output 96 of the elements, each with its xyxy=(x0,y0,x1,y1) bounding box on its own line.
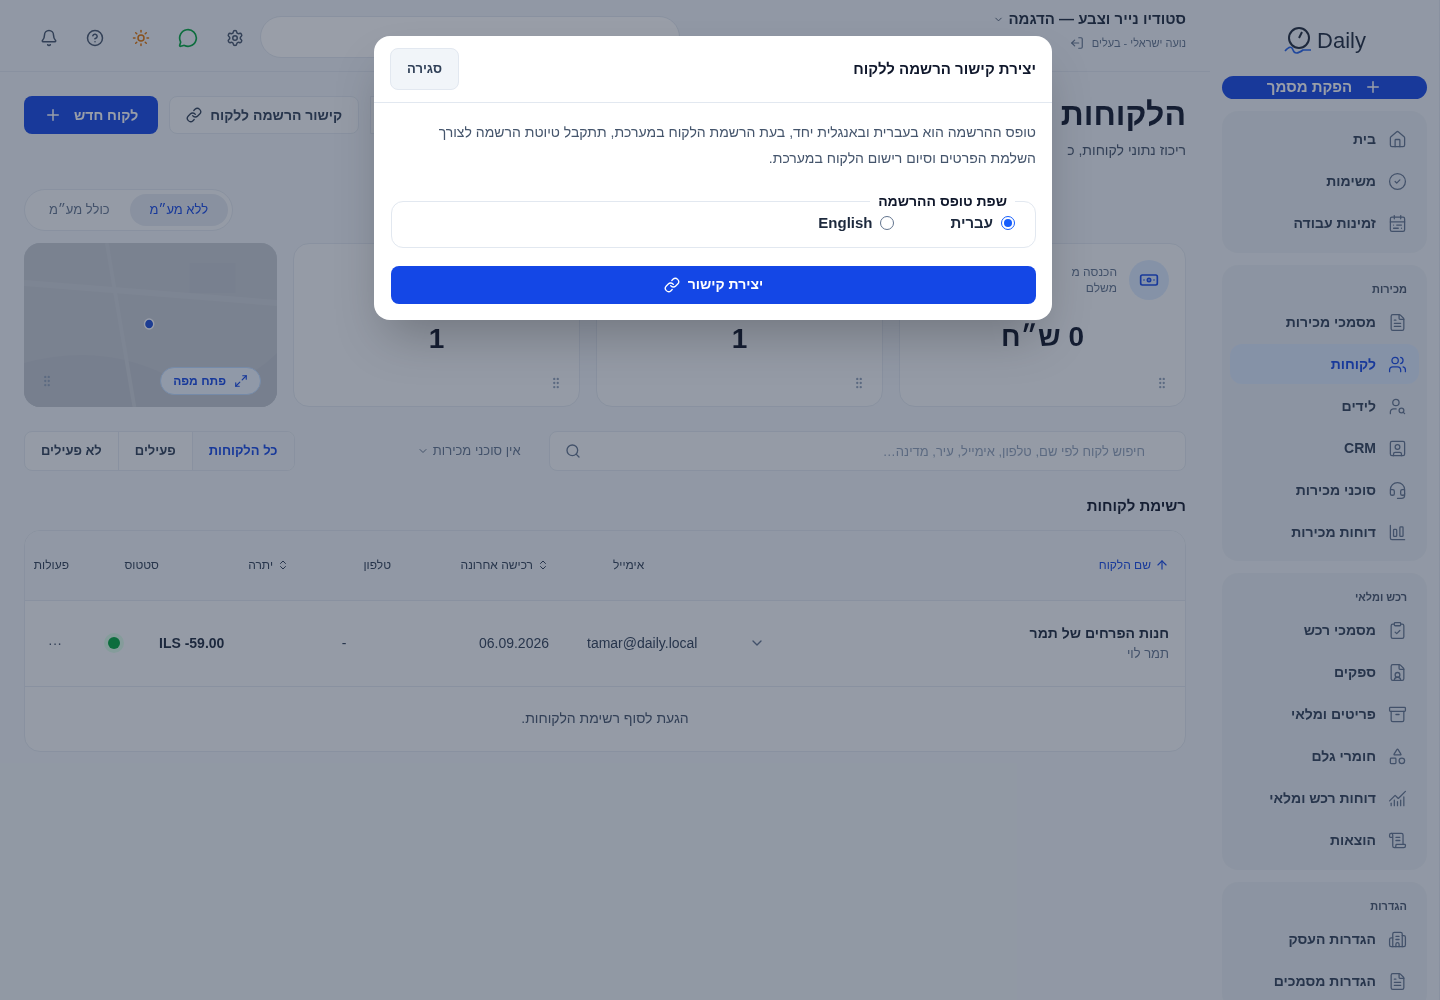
chat-icon[interactable] xyxy=(178,28,198,48)
sidebar-item[interactable]: פריטים ומלאי xyxy=(1230,694,1419,735)
contact-card-icon xyxy=(1388,438,1407,458)
search-field[interactable]: חיפוש לקוח לפי שם, טלפון, אימייל, עיר, מדינה… xyxy=(548,431,1186,471)
user-search-icon xyxy=(1388,396,1407,416)
sidebar-item[interactable]: זמינות עבודה xyxy=(1230,203,1419,244)
sidebar-item[interactable]: משימות xyxy=(1230,161,1419,202)
archive-icon xyxy=(1388,705,1407,724)
section-title: הגדרות xyxy=(1369,898,1408,914)
column-header[interactable]: שם הלקוח xyxy=(749,556,1169,574)
sidebar-item[interactable]: CRM xyxy=(1230,428,1419,468)
sidebar-item[interactable]: בית xyxy=(1230,119,1419,160)
shapes-icon xyxy=(1388,747,1407,766)
link-icon xyxy=(663,276,680,293)
page-title: הלקוחות xyxy=(1060,96,1186,132)
language-option[interactable]: English xyxy=(818,212,895,235)
phone-cell-text: - xyxy=(340,633,348,653)
logo-icon xyxy=(1283,26,1314,54)
bar-chart-icon xyxy=(1388,522,1407,542)
clipboard-check-icon xyxy=(1388,621,1407,640)
column-header[interactable]: רכישה אחרונה xyxy=(399,556,549,574)
column-header[interactable]: יתרה xyxy=(159,556,289,574)
link-icon xyxy=(186,107,203,123)
dialog-title: יצירת קישור הרשמה ללקוח xyxy=(853,58,1036,79)
logout-icon[interactable] xyxy=(1069,35,1084,50)
business-name: סטודיו נייר וצבע — הדגמה xyxy=(1008,9,1186,29)
help-icon[interactable] xyxy=(86,29,104,47)
agents-dropdown[interactable]: אין סוכני מכירות xyxy=(306,431,537,471)
sidebar-item[interactable]: הגדרות העסק xyxy=(1230,919,1419,959)
headset-icon xyxy=(1388,480,1407,500)
column-header: פעולות xyxy=(33,557,69,574)
receipt-icon xyxy=(1388,831,1407,850)
sort-up-icon xyxy=(1155,558,1169,572)
stat-label: הכנסה מ משלם xyxy=(1071,264,1117,296)
email-cell-text: tamar@daily.local xyxy=(586,633,699,653)
document-icon xyxy=(1388,971,1407,991)
page-subtitle: ריכוז נתוני לקוחות, כ xyxy=(1066,141,1186,160)
create-document-button[interactable]: הפקת מסמך xyxy=(1222,76,1427,99)
sidebar-item[interactable]: סוכני מכירות xyxy=(1230,470,1419,510)
search-icon xyxy=(564,443,581,459)
sidebar-item[interactable]: לידים xyxy=(1230,386,1419,426)
user-role: נועה ישראלי - בעלים xyxy=(1091,35,1186,51)
users-icon xyxy=(1388,354,1407,374)
plus-icon xyxy=(44,106,62,124)
sidebar-item[interactable]: לקוחות xyxy=(1230,344,1419,384)
home-icon xyxy=(1388,130,1407,149)
column-header: סטטוס xyxy=(123,557,159,574)
filter-tab[interactable]: לא פעילים xyxy=(25,432,119,470)
stat-value: 1 xyxy=(730,322,749,356)
chart-icon xyxy=(1388,789,1407,808)
stat-value: 0 ש״ח xyxy=(1000,320,1085,354)
logo-text: Daily xyxy=(1317,26,1366,55)
document-icon xyxy=(1388,312,1407,332)
vat-option[interactable]: כולל מע״מ xyxy=(29,194,130,226)
table-title: רשימת לקוחות xyxy=(1085,496,1186,516)
section-title: רכש ומלאי xyxy=(1353,590,1408,605)
table-footer: הגעת לסוף רשימת הלקוחות. xyxy=(25,686,1185,751)
calendar-icon xyxy=(1388,214,1407,233)
sidebar-item[interactable]: מסמכי מכירות xyxy=(1230,302,1419,342)
check-circle-icon xyxy=(1388,172,1407,191)
language-option[interactable]: עברית xyxy=(950,212,1015,235)
balance-cell-text: ILS -59.00 xyxy=(159,633,226,653)
registration-link-button[interactable]: קישור הרשמה ללקוח xyxy=(169,96,360,134)
new-customer-button[interactable]: לקוח חדש xyxy=(24,96,159,134)
vat-option[interactable]: ללא מע״מ xyxy=(129,194,229,226)
money-icon xyxy=(1129,260,1169,300)
create-link-button[interactable]: יצירת קישור xyxy=(391,265,1036,304)
column-header: אימייל xyxy=(612,557,646,574)
filter-tab[interactable]: כל הלקוחות xyxy=(192,432,294,470)
date-cell-text: 06.09.2026 xyxy=(477,633,549,653)
row-actions-button[interactable]: ··· xyxy=(48,632,62,654)
sort-icon xyxy=(277,559,289,571)
bell-icon[interactable] xyxy=(40,29,58,47)
close-button[interactable]: סגירה xyxy=(390,48,460,90)
sidebar-item[interactable]: הגדרות מסמכים xyxy=(1230,961,1419,1000)
customer-name[interactable]: חנות הפרחים של תמר xyxy=(1029,622,1169,644)
stat-value: 1 xyxy=(427,322,446,356)
sidebar-item[interactable]: דוחות רכש ומלאי xyxy=(1230,778,1419,819)
dialog-description: טופס ההרשמה הוא בעברית ובאנגלית יחד, בעת הרשמת הלקוח במערכת, תתקבל טיוטת הרשמה לצורך השלמת הפרטים וסיום רישום הלקוח במערכת. xyxy=(437,123,1036,168)
sidebar-item[interactable]: חומרי גלם xyxy=(1230,736,1419,777)
user-document-icon xyxy=(1388,663,1407,682)
sidebar-item[interactable]: ספקים xyxy=(1230,652,1419,693)
sidebar-item[interactable]: הוצאות xyxy=(1230,820,1419,861)
sort-icon xyxy=(537,559,549,571)
fieldset-legend: שפת טופס ההרשמה xyxy=(870,191,1015,212)
filter-tab[interactable]: פעילים xyxy=(118,432,193,470)
settings-icon[interactable] xyxy=(226,29,244,47)
open-map-button[interactable]: פתח מפה xyxy=(160,367,261,395)
sidebar-item[interactable]: דוחות מכירות xyxy=(1230,512,1419,552)
section-title: מכירות xyxy=(1371,281,1408,297)
contact-name: תמר לוי xyxy=(1125,644,1169,663)
building-icon xyxy=(1388,929,1407,949)
column-header: טלפון xyxy=(362,557,392,574)
sidebar-item[interactable]: מסמכי רכש xyxy=(1230,610,1419,651)
expand-icon xyxy=(234,374,248,388)
sun-icon[interactable] xyxy=(132,29,150,47)
